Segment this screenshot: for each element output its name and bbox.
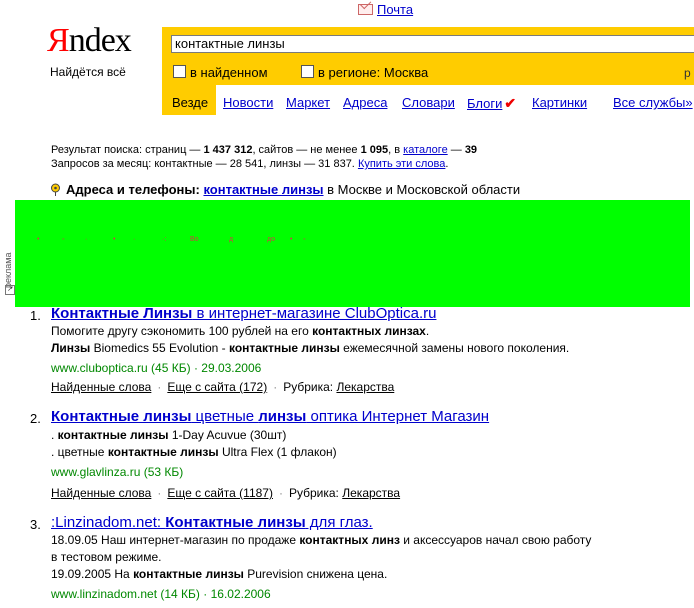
mail-link-text[interactable]: Почта xyxy=(377,2,413,17)
result-url: www.cluboptica.ru (45 КБ) · 29.03.2006 xyxy=(51,361,262,375)
in-found-checkbox[interactable] xyxy=(173,65,186,78)
ad-glyph: ◦ xyxy=(62,236,65,243)
result-snippet: Линзы Biomedics 55 Evolution - контактны… xyxy=(51,341,570,355)
result-snippet: в тестовом режиме. xyxy=(51,550,162,564)
result-snippet: 18.09.05 Наш интернет-магазин по продаже… xyxy=(51,533,592,547)
pages-count: 1 437 312 xyxy=(203,144,253,156)
result-snippet: Помогите другу сэкономить 100 рублей на … xyxy=(51,324,430,338)
addresses-query-link[interactable]: контактные линзы xyxy=(203,182,323,197)
search-panel: в найденном в регионе: Москва р xyxy=(162,27,694,85)
result-title-link[interactable]: Контактные Линзы в интернет-магазине Clu… xyxy=(51,305,436,322)
result-meta: Найденные слова · Еще с сайта (1187) · Рубри… xyxy=(51,486,401,500)
check-icon: ✔ xyxy=(504,95,517,111)
result-number: 1. xyxy=(30,308,41,323)
tab-images[interactable]: Картинки xyxy=(532,95,587,110)
ad-glyph: · xyxy=(133,236,136,243)
found-words-link[interactable]: Найденные слова xyxy=(51,486,151,500)
addresses-label: Адреса и телефоны: xyxy=(66,182,200,197)
category-link[interactable]: Лекарства xyxy=(342,486,400,500)
tab-all-services[interactable]: Все службы» xyxy=(613,95,693,110)
ad-glyph: ·: xyxy=(162,236,167,243)
ad-arrow-icon[interactable]: ↗ xyxy=(5,285,15,295)
ad-glyph: д xyxy=(229,236,234,243)
sites-count: 1 095 xyxy=(360,144,389,156)
search-input[interactable] xyxy=(171,35,694,53)
ad-label: реклама xyxy=(3,252,13,289)
result-title-link[interactable]: :Linzinadom.net: Контактные линзы для гл… xyxy=(51,514,373,531)
ad-banner[interactable]: • ◦ · • · ·: Во д до • ◦ xyxy=(15,200,690,307)
result-number: 2. xyxy=(30,411,41,426)
result-snippet: . контактные линзы 1-Day Acuvue (30шт) xyxy=(51,428,287,442)
logo-tagline: Найдётся всё xyxy=(50,65,126,79)
tab-blogs[interactable]: Блоги xyxy=(467,96,502,111)
result-snippet: 19.09.2005 На контактные линзы Purevisio… xyxy=(51,567,388,581)
ad-glyph: • xyxy=(37,236,40,243)
tab-blogs-wrap: Блоги ✔ xyxy=(467,95,516,112)
advanced-search-link[interactable]: р xyxy=(684,66,691,80)
more-from-site-link[interactable]: Еще с сайта (172) xyxy=(167,380,267,394)
result-title-link[interactable]: Контактные линзы цветные линзы оптика Ин… xyxy=(51,408,489,425)
in-region-label: в регионе: Москва xyxy=(318,65,429,80)
addresses-region: в Москве и Московской области xyxy=(327,182,521,197)
result-url: www.linzinadom.net (14 КБ) · 16.02.2006 xyxy=(51,587,271,601)
result-snippet: . цветные контактные линзы Ultra Flex (1… xyxy=(51,445,337,459)
pushpin-icon xyxy=(51,183,60,196)
tab-dictionaries[interactable]: Словари xyxy=(402,95,455,110)
tab-market[interactable]: Маркет xyxy=(286,95,330,110)
result-url: www.glavlinza.ru (53 КБ) xyxy=(51,465,184,479)
buy-words-link[interactable]: Купить эти слова xyxy=(358,158,445,170)
ad-glyph: до xyxy=(267,236,275,243)
in-found-label: в найденном xyxy=(190,65,268,80)
tab-addresses[interactable]: Адреса xyxy=(343,95,387,110)
addresses-line: Адреса и телефоны: контактные линзы в Мо… xyxy=(50,182,520,197)
yandex-logo[interactable]: Яndex xyxy=(47,22,132,59)
ad-glyph: • xyxy=(290,236,293,243)
tab-everywhere[interactable]: Везде xyxy=(172,95,208,110)
result-number: 3. xyxy=(30,517,41,532)
option-in-found[interactable]: в найденном xyxy=(173,65,268,80)
logo-letter-ya: Я xyxy=(47,22,70,59)
ad-glyph: Во xyxy=(190,236,199,243)
result-meta: Найденные слова · Еще с сайта (172) · Рубрик… xyxy=(51,380,395,394)
catalog-link[interactable]: каталоге xyxy=(403,144,448,156)
option-in-region[interactable]: в регионе: Москва xyxy=(301,65,428,80)
ad-glyph: • xyxy=(113,236,116,243)
query-stats: Запросов за месяц: контактные — 28 541, … xyxy=(51,158,449,170)
mail-link[interactable]: Почта xyxy=(358,2,413,17)
ad-glyph: ◦ xyxy=(303,236,306,243)
result-stats: Результат поиска: страниц — 1 437 312, с… xyxy=(51,144,478,156)
ad-glyph: · xyxy=(85,236,88,243)
found-words-link[interactable]: Найденные слова xyxy=(51,380,151,394)
catalog-count: 39 xyxy=(464,144,478,156)
in-region-checkbox[interactable] xyxy=(301,65,314,78)
logo-rest: ndex xyxy=(68,22,132,59)
tab-news[interactable]: Новости xyxy=(223,95,273,110)
envelope-icon xyxy=(358,4,373,15)
more-from-site-link[interactable]: Еще с сайта (1187) xyxy=(167,486,273,500)
category-link[interactable]: Лекарства xyxy=(336,380,394,394)
